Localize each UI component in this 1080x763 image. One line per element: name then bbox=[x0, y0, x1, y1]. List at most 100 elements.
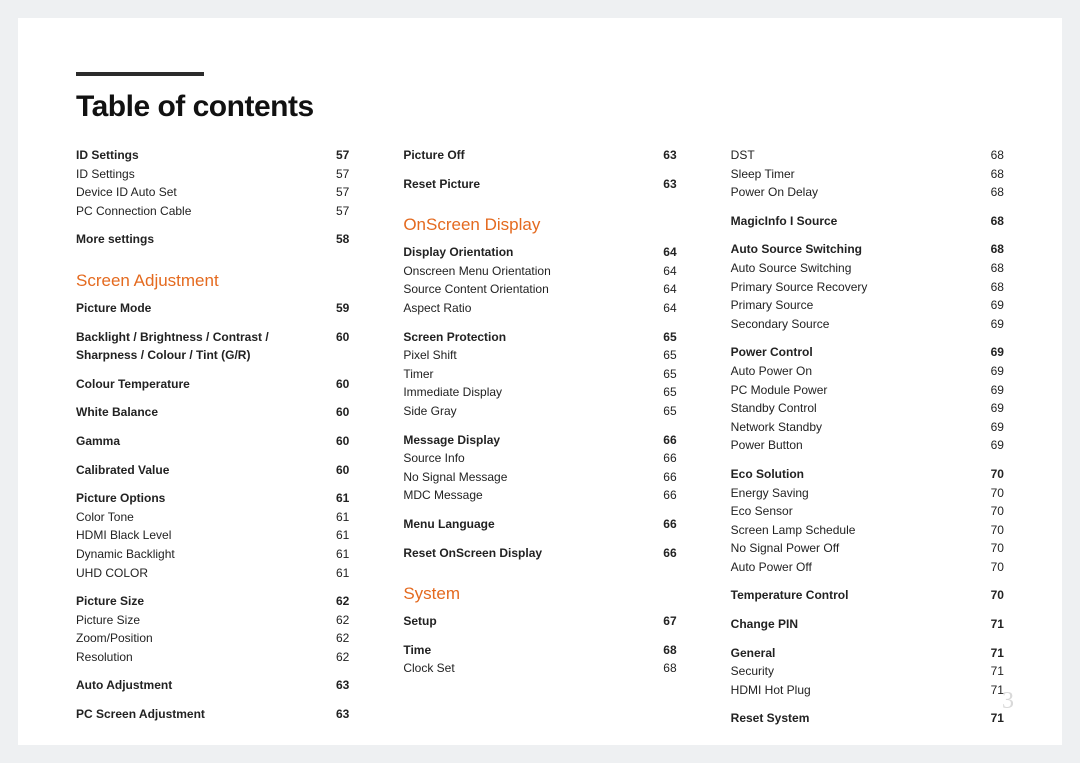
toc-entry[interactable]: Setup67 bbox=[403, 612, 676, 631]
toc-entry[interactable]: Dynamic Backlight61 bbox=[76, 545, 349, 564]
toc-entry[interactable]: Auto Power On69 bbox=[731, 362, 1004, 381]
toc-entry[interactable]: Immediate Display65 bbox=[403, 383, 676, 402]
toc-entry[interactable]: Screen Protection65 bbox=[403, 328, 676, 347]
toc-entry-page: 63 bbox=[651, 146, 677, 165]
toc-entry[interactable]: Temperature Control70 bbox=[731, 586, 1004, 605]
toc-entry[interactable]: Pixel Shift65 bbox=[403, 346, 676, 365]
toc-entry[interactable]: Power On Delay68 bbox=[731, 183, 1004, 202]
toc-entry[interactable]: Security71 bbox=[731, 662, 1004, 681]
toc-entry-label: UHD COLOR bbox=[76, 564, 323, 583]
toc-entry[interactable]: Network Standby69 bbox=[731, 418, 1004, 437]
toc-entry[interactable]: General71 bbox=[731, 644, 1004, 663]
toc-entry-page: 65 bbox=[651, 383, 677, 402]
toc-entry-page: 69 bbox=[978, 296, 1004, 315]
toc-entry[interactable]: Colour Temperature60 bbox=[76, 375, 349, 394]
toc-entry[interactable]: Reset System71 bbox=[731, 709, 1004, 728]
toc-entry-label: Primary Source Recovery bbox=[731, 278, 978, 297]
toc-entry-page: 69 bbox=[978, 399, 1004, 418]
toc-entry[interactable]: Eco Sensor70 bbox=[731, 502, 1004, 521]
toc-entry[interactable]: More settings58 bbox=[76, 230, 349, 249]
toc-entry-label: Primary Source bbox=[731, 296, 978, 315]
toc-entry-page: 60 bbox=[323, 461, 349, 480]
toc-entry[interactable]: HDMI Black Level61 bbox=[76, 526, 349, 545]
toc-entry-page: 66 bbox=[651, 515, 677, 534]
toc-entry[interactable]: Onscreen Menu Orientation64 bbox=[403, 262, 676, 281]
toc-entry[interactable]: MDC Message66 bbox=[403, 486, 676, 505]
toc-entry[interactable]: Screen Lamp Schedule70 bbox=[731, 521, 1004, 540]
toc-entry-page: 65 bbox=[651, 346, 677, 365]
toc-entry[interactable]: Source Info66 bbox=[403, 449, 676, 468]
toc-entry[interactable]: Change PIN71 bbox=[731, 615, 1004, 634]
toc-entry[interactable]: Menu Language66 bbox=[403, 515, 676, 534]
toc-entry[interactable]: HDMI Hot Plug71 bbox=[731, 681, 1004, 700]
toc-entry-label: Display Orientation bbox=[403, 243, 650, 262]
toc-entry-page: 69 bbox=[978, 315, 1004, 334]
toc-entry-page: 65 bbox=[651, 365, 677, 384]
toc-entry[interactable]: Standby Control69 bbox=[731, 399, 1004, 418]
toc-entry-label: Time bbox=[403, 641, 650, 660]
toc-entry[interactable]: MagicInfo I Source68 bbox=[731, 212, 1004, 231]
toc-entry[interactable]: Primary Source Recovery68 bbox=[731, 278, 1004, 297]
toc-entry[interactable]: ID Settings57 bbox=[76, 165, 349, 184]
toc-entry-page: 57 bbox=[323, 202, 349, 221]
toc-entry[interactable]: No Signal Message66 bbox=[403, 468, 676, 487]
toc-entry[interactable]: Primary Source69 bbox=[731, 296, 1004, 315]
toc-entry[interactable]: Source Content Orientation64 bbox=[403, 280, 676, 299]
toc-entry[interactable]: PC Module Power69 bbox=[731, 381, 1004, 400]
toc-spacer bbox=[731, 605, 1004, 615]
toc-entry-page: 63 bbox=[323, 705, 349, 724]
toc-entry[interactable]: Picture Mode59 bbox=[76, 299, 349, 318]
toc-entry[interactable]: Power Button69 bbox=[731, 436, 1004, 455]
toc-entry[interactable]: Picture Options61 bbox=[76, 489, 349, 508]
toc-entry[interactable]: PC Screen Adjustment63 bbox=[76, 705, 349, 724]
toc-entry[interactable]: No Signal Power Off70 bbox=[731, 539, 1004, 558]
toc-entry[interactable]: Time68 bbox=[403, 641, 676, 660]
toc-entry[interactable]: Message Display66 bbox=[403, 431, 676, 450]
toc-entry[interactable]: Calibrated Value60 bbox=[76, 461, 349, 480]
toc-entry-page: 64 bbox=[651, 262, 677, 281]
toc-column: Picture Off63Reset Picture63OnScreen Dis… bbox=[403, 146, 676, 728]
toc-spacer bbox=[731, 576, 1004, 586]
toc-entry-page: 57 bbox=[323, 146, 349, 165]
toc-entry[interactable]: Resolution62 bbox=[76, 648, 349, 667]
toc-entry[interactable]: Color Tone61 bbox=[76, 508, 349, 527]
toc-entry[interactable]: UHD COLOR61 bbox=[76, 564, 349, 583]
toc-entry[interactable]: Aspect Ratio64 bbox=[403, 299, 676, 318]
toc-entry[interactable]: Timer65 bbox=[403, 365, 676, 384]
toc-entry-label: Side Gray bbox=[403, 402, 650, 421]
toc-entry[interactable]: Sleep Timer68 bbox=[731, 165, 1004, 184]
toc-entry[interactable]: Energy Saving70 bbox=[731, 484, 1004, 503]
toc-entry[interactable]: PC Connection Cable57 bbox=[76, 202, 349, 221]
toc-entry[interactable]: Picture Size62 bbox=[76, 611, 349, 630]
toc-entry[interactable]: Device ID Auto Set57 bbox=[76, 183, 349, 202]
toc-entry-label: Pixel Shift bbox=[403, 346, 650, 365]
toc-entry[interactable]: Eco Solution70 bbox=[731, 465, 1004, 484]
toc-entry[interactable]: Auto Source Switching68 bbox=[731, 259, 1004, 278]
toc-entry[interactable]: Picture Size62 bbox=[76, 592, 349, 611]
toc-entry[interactable]: Side Gray65 bbox=[403, 402, 676, 421]
toc-entry[interactable]: Picture Off63 bbox=[403, 146, 676, 165]
toc-entry[interactable]: Gamma60 bbox=[76, 432, 349, 451]
toc-entry[interactable]: Auto Adjustment63 bbox=[76, 676, 349, 695]
toc-entry-page: 57 bbox=[323, 165, 349, 184]
toc-entry-page: 70 bbox=[978, 484, 1004, 503]
toc-entry[interactable]: Reset OnScreen Display66 bbox=[403, 544, 676, 563]
toc-spacer bbox=[403, 534, 676, 544]
toc-entry[interactable]: Reset Picture63 bbox=[403, 175, 676, 194]
toc-entry[interactable]: Power Control69 bbox=[731, 343, 1004, 362]
toc-entry-label: Picture Size bbox=[76, 592, 323, 611]
toc-entry[interactable]: Clock Set68 bbox=[403, 659, 676, 678]
toc-entry[interactable]: Zoom/Position62 bbox=[76, 629, 349, 648]
toc-entry[interactable]: Auto Source Switching68 bbox=[731, 240, 1004, 259]
toc-entry[interactable]: White Balance60 bbox=[76, 403, 349, 422]
toc-entry[interactable]: Backlight / Brightness / Contrast / Shar… bbox=[76, 328, 349, 365]
toc-entry[interactable]: Auto Power Off70 bbox=[731, 558, 1004, 577]
toc-entry-page: 65 bbox=[651, 328, 677, 347]
toc-spacer bbox=[76, 318, 349, 328]
toc-entry[interactable]: Display Orientation64 bbox=[403, 243, 676, 262]
toc-entry-page: 70 bbox=[978, 502, 1004, 521]
toc-entry[interactable]: Secondary Source69 bbox=[731, 315, 1004, 334]
toc-spacer bbox=[76, 393, 349, 403]
toc-entry[interactable]: ID Settings57 bbox=[76, 146, 349, 165]
toc-entry[interactable]: DST68 bbox=[731, 146, 1004, 165]
